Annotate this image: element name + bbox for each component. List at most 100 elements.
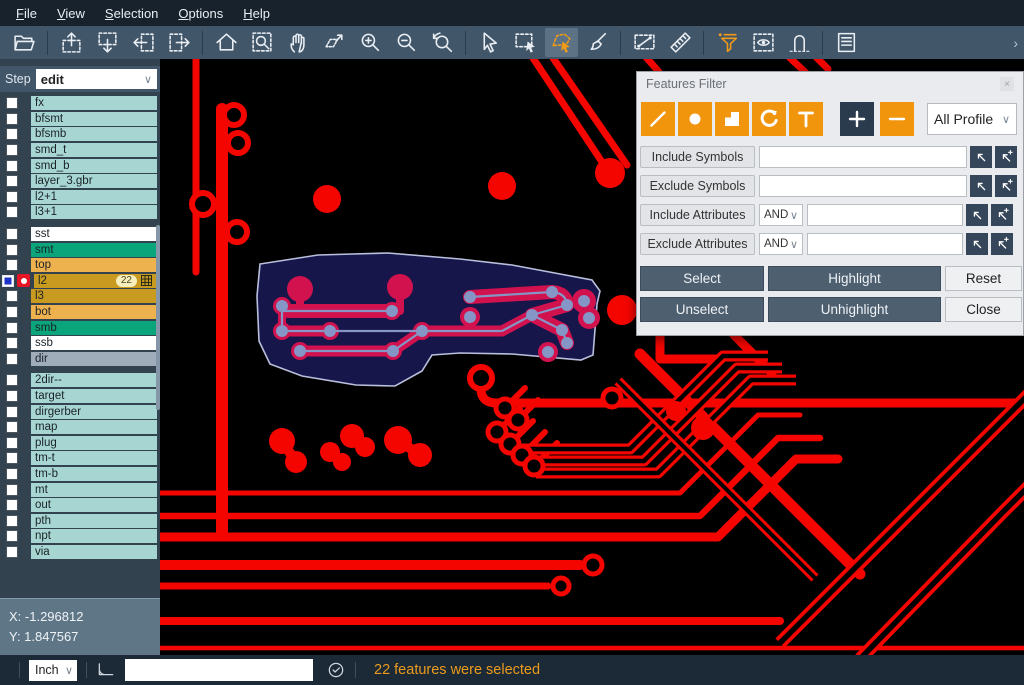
layer-row[interactable]: bot [0,305,160,320]
layer-visibility-checkbox[interactable] [2,275,14,287]
layer-visibility-checkbox[interactable] [6,113,18,125]
layer-visibility-checkbox[interactable] [6,515,18,527]
pick-attribute-icon[interactable] [966,204,988,226]
layer-name[interactable]: smb [31,321,157,335]
layer-name[interactable]: l2+1 [31,190,157,204]
layers-panel-icon[interactable] [830,28,863,57]
layer-name[interactable]: bfsmt [31,112,157,126]
layer-name[interactable]: map [31,420,157,434]
angle-measure-icon[interactable] [96,658,116,683]
view-down-icon[interactable] [91,28,124,57]
layer-visibility-checkbox[interactable] [6,452,18,464]
open-file-icon[interactable] [8,28,41,57]
layer-name[interactable]: tm-t [31,451,157,465]
menu-options[interactable]: Options [168,2,233,25]
layer-name[interactable]: smd_t [31,143,157,157]
view-right-icon[interactable] [163,28,196,57]
layer-row[interactable]: bfsmt [0,112,160,127]
menu-help[interactable]: Help [233,2,280,25]
layer-visibility-checkbox[interactable] [6,530,18,542]
layer-name[interactable]: dirgerber [31,405,157,419]
layer-name[interactable]: l2 22 [34,274,156,288]
features-filter-icon[interactable] [711,28,744,57]
layer-name[interactable]: fx [31,96,157,110]
layer-row[interactable]: l2+1 [0,190,160,205]
layer-visibility-checkbox[interactable] [6,228,18,240]
layer-visibility-checkbox[interactable] [6,206,18,218]
refresh-status-icon[interactable] [326,660,346,680]
pick-symbol-icon[interactable] [970,146,992,168]
layer-visibility-checkbox[interactable] [6,160,18,172]
home-view-icon[interactable] [210,28,243,57]
unselect-button[interactable]: Unselect [640,297,764,322]
exclude-symbols-button[interactable]: Exclude Symbols [640,175,755,197]
reset-button[interactable]: Reset [945,266,1022,291]
layer-visibility-checkbox[interactable] [6,421,18,433]
profile-select[interactable]: All Profile∨ [927,103,1017,135]
layer-name[interactable]: bfsmb [31,127,157,141]
layer-visibility-checkbox[interactable] [6,437,18,449]
layer-row[interactable]: smd_b [0,158,160,173]
layer-name[interactable]: plug [31,436,157,450]
select-rectangle-icon[interactable] [509,28,542,57]
zoom-dynamic-icon[interactable] [318,28,351,57]
measure-point-to-point-icon[interactable] [628,28,661,57]
layer-row[interactable]: l3 [0,289,160,304]
layer-name[interactable]: l3+1 [31,205,157,219]
include-attributes-operator-select[interactable]: AND∨ [759,204,803,226]
select-button[interactable]: Select [640,266,764,291]
filter-arc-button[interactable] [752,102,786,136]
layer-row[interactable]: layer_3.gbr [0,174,160,189]
layer-row[interactable]: mt [0,482,160,497]
toolbar-overflow-icon[interactable]: › [1013,35,1018,51]
layer-visibility-checkbox[interactable] [6,306,18,318]
layer-visibility-checkbox[interactable] [6,390,18,402]
layer-visibility-checkbox[interactable] [6,499,18,511]
view-options-icon[interactable] [747,28,780,57]
menu-view[interactable]: View [47,2,95,25]
layer-name[interactable]: pth [31,514,157,528]
pick-symbol-icon[interactable] [970,175,992,197]
layer-row[interactable]: pth [0,513,160,528]
layer-name[interactable]: dir [31,352,157,366]
layer-name[interactable]: bot [31,305,157,319]
exclude-attributes-input[interactable] [807,233,963,255]
layer-visibility-checkbox[interactable] [6,97,18,109]
zoom-previous-icon[interactable] [426,28,459,57]
layer-visibility-checkbox[interactable] [6,484,18,496]
pick-attribute-add-icon[interactable] [991,233,1013,255]
close-button[interactable]: Close [945,297,1022,322]
layer-name[interactable]: target [31,389,157,403]
layer-visibility-checkbox[interactable] [6,374,18,386]
follow-mode-icon[interactable] [783,28,816,57]
dialog-titlebar[interactable]: Features Filter × [637,72,1023,96]
layer-row[interactable]: smd_t [0,143,160,158]
layer-row[interactable]: l3+1 [0,205,160,220]
unhighlight-button[interactable]: Unhighlight [768,297,941,322]
layer-name[interactable]: smt [31,243,157,257]
layer-name[interactable]: npt [31,529,157,543]
layer-row[interactable]: sst [0,227,160,242]
layer-visibility-checkbox[interactable] [6,144,18,156]
command-input[interactable] [125,659,313,681]
select-pointer-icon[interactable] [473,28,506,57]
select-polygon-icon[interactable] [545,28,578,57]
pan-hand-icon[interactable] [282,28,315,57]
filter-pad-button[interactable] [678,102,712,136]
pick-symbol-add-icon[interactable] [995,175,1017,197]
zoom-out-icon[interactable] [390,28,423,57]
layer-row[interactable]: via [0,545,160,560]
filter-text-button[interactable] [789,102,823,136]
step-select[interactable]: edit∨ [36,69,157,89]
layer-row[interactable]: map [0,420,160,435]
layer-row[interactable]: tm-b [0,467,160,482]
view-up-icon[interactable] [55,28,88,57]
layer-name[interactable]: via [31,545,157,559]
pick-attribute-icon[interactable] [966,233,988,255]
layer-row[interactable]: ssb [0,336,160,351]
layer-row[interactable]: top [0,258,160,273]
layer-row[interactable]: target [0,389,160,404]
layer-row[interactable]: npt [0,529,160,544]
layer-name[interactable]: out [31,498,157,512]
ruler-icon[interactable] [664,28,697,57]
